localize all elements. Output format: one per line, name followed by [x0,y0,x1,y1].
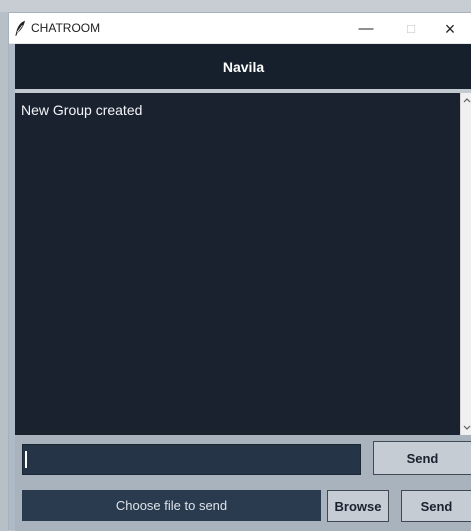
window-title: CHATROOM [31,21,101,35]
scroll-up-arrow-icon[interactable] [462,94,471,106]
chat-log[interactable]: New Group created [15,93,460,435]
choose-file-field[interactable]: Choose file to send [22,490,321,521]
browse-button[interactable]: Browse [327,490,389,522]
maximize-button[interactable]: □ [390,13,432,44]
chat-message: New Group created [21,102,143,118]
send-message-button[interactable]: Send [373,441,471,475]
minimize-button[interactable]: — [345,13,387,44]
window-titlebar[interactable]: CHATROOM — □ × [9,13,471,44]
chatroom-window: CHATROOM — □ × Navila New Group created … [8,12,471,531]
chat-header: Navila [15,44,471,89]
scroll-down-arrow-icon[interactable] [462,422,471,434]
chat-scrollbar[interactable] [460,93,471,435]
feather-icon [13,20,27,36]
text-cursor [25,451,27,468]
compose-panel: Send Choose file to send Browse Send [15,435,471,531]
message-input[interactable] [22,444,361,475]
username-label: Navila [222,58,265,75]
close-button[interactable]: × [429,13,471,44]
send-file-button[interactable]: Send [401,490,471,522]
